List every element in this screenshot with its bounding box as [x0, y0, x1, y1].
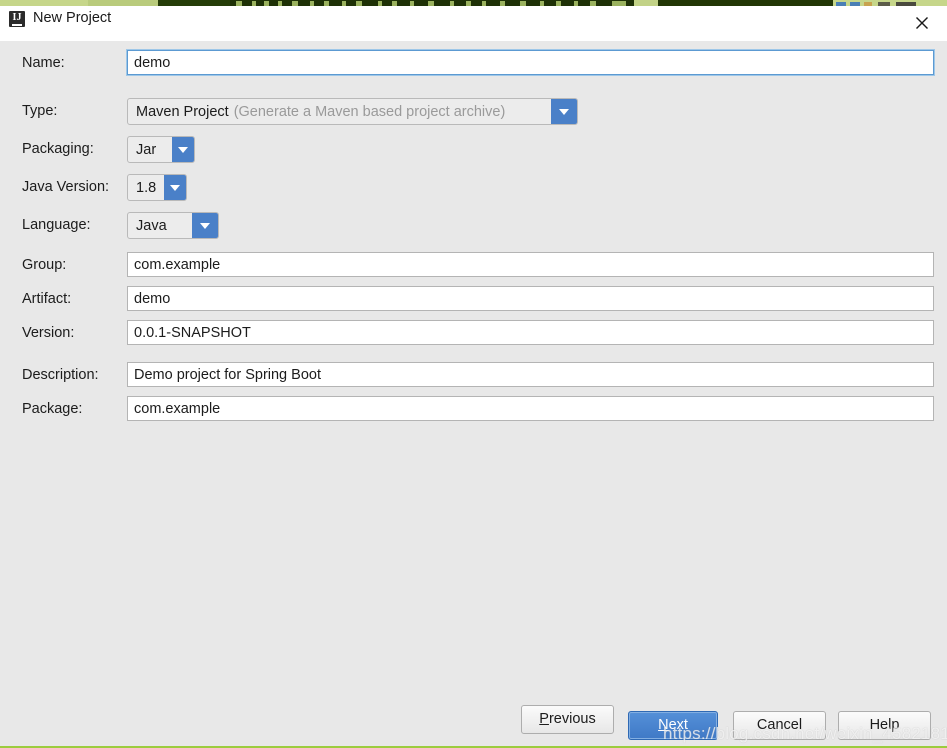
- field-label-package: Package:: [22, 396, 82, 422]
- close-icon[interactable]: [903, 8, 941, 36]
- help-button[interactable]: Help: [838, 711, 931, 740]
- type-dropdown[interactable]: Maven Project (Generate a Maven based pr…: [127, 98, 578, 125]
- next-button-label: ext: [669, 717, 688, 733]
- help-button-label: Help: [870, 717, 900, 733]
- field-label-packaging: Packaging:: [22, 136, 94, 162]
- field-label-name: Name:: [22, 50, 65, 76]
- description-input[interactable]: [127, 362, 934, 387]
- field-label-language: Language:: [22, 212, 91, 238]
- version-input[interactable]: [127, 320, 934, 345]
- packaging-dropdown-value: Jar: [136, 142, 156, 158]
- app-icon-text: IJ: [13, 12, 22, 23]
- previous-button-mnemonic: P: [539, 711, 549, 727]
- packaging-dropdown[interactable]: Jar: [127, 136, 195, 163]
- java-version-dropdown[interactable]: 1.8: [127, 174, 187, 201]
- type-dropdown-value: Maven Project: [136, 104, 229, 120]
- language-dropdown-value-wrap: Java: [128, 213, 192, 238]
- cancel-button-label: Cancel: [757, 717, 802, 733]
- chevron-down-icon[interactable]: [551, 99, 577, 124]
- language-dropdown[interactable]: Java: [127, 212, 219, 239]
- intellij-idea-icon: IJ: [9, 11, 25, 27]
- type-dropdown-value-wrap: Maven Project (Generate a Maven based pr…: [128, 99, 551, 124]
- previous-button-label: revious: [549, 711, 596, 727]
- dialog-titlebar: IJ New Project: [0, 6, 947, 41]
- chevron-down-icon[interactable]: [164, 175, 186, 200]
- packaging-dropdown-value-wrap: Jar: [128, 137, 172, 162]
- field-label-artifact: Artifact:: [22, 286, 71, 312]
- chevron-down-icon[interactable]: [192, 213, 218, 238]
- field-label-type: Type:: [22, 98, 57, 124]
- page-title: New Project: [33, 10, 111, 26]
- new-project-dialog: IJ New Project Name: Type: Maven Project…: [0, 6, 947, 748]
- group-input[interactable]: [127, 252, 934, 277]
- package-input[interactable]: [127, 396, 934, 421]
- artifact-input[interactable]: [127, 286, 934, 311]
- chevron-down-icon[interactable]: [172, 137, 194, 162]
- field-label-description: Description:: [22, 362, 99, 388]
- next-button[interactable]: Next: [628, 711, 718, 740]
- field-label-java-version: Java Version:: [22, 174, 109, 200]
- field-label-group: Group:: [22, 252, 66, 278]
- next-button-mnemonic: N: [658, 717, 668, 733]
- language-dropdown-value: Java: [136, 218, 167, 234]
- previous-button[interactable]: Previous: [521, 705, 614, 734]
- type-dropdown-hint: (Generate a Maven based project archive): [234, 104, 506, 120]
- app-icon-underline: [12, 24, 22, 26]
- java-version-dropdown-value-wrap: 1.8: [128, 175, 164, 200]
- name-input[interactable]: [127, 50, 934, 75]
- field-label-version: Version:: [22, 320, 74, 346]
- java-version-dropdown-value: 1.8: [136, 180, 156, 196]
- cancel-button[interactable]: Cancel: [733, 711, 826, 740]
